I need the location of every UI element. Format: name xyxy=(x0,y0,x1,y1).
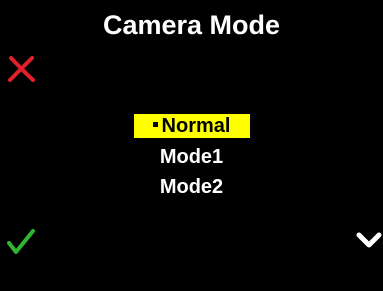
cancel-button[interactable] xyxy=(7,55,37,83)
checkmark-icon xyxy=(7,229,35,254)
menu-item-label: Normal xyxy=(161,115,231,137)
confirm-button[interactable] xyxy=(5,228,37,256)
page-title: Camera Mode xyxy=(102,10,281,40)
menu-item-label: Mode2 xyxy=(159,176,224,198)
menu-item-mode1[interactable]: Mode1 xyxy=(122,142,262,172)
menu-item-normal[interactable]: Normal xyxy=(133,114,250,138)
selected-marker xyxy=(152,122,158,128)
menu-item-mode2[interactable]: Mode2 xyxy=(122,172,262,202)
next-button[interactable] xyxy=(356,229,382,251)
camera-mode-menu: Normal Mode1 Mode2 xyxy=(0,112,383,202)
close-icon xyxy=(8,56,35,82)
menu-item-label: Mode1 xyxy=(159,146,224,168)
chevron-down-icon xyxy=(356,232,382,248)
